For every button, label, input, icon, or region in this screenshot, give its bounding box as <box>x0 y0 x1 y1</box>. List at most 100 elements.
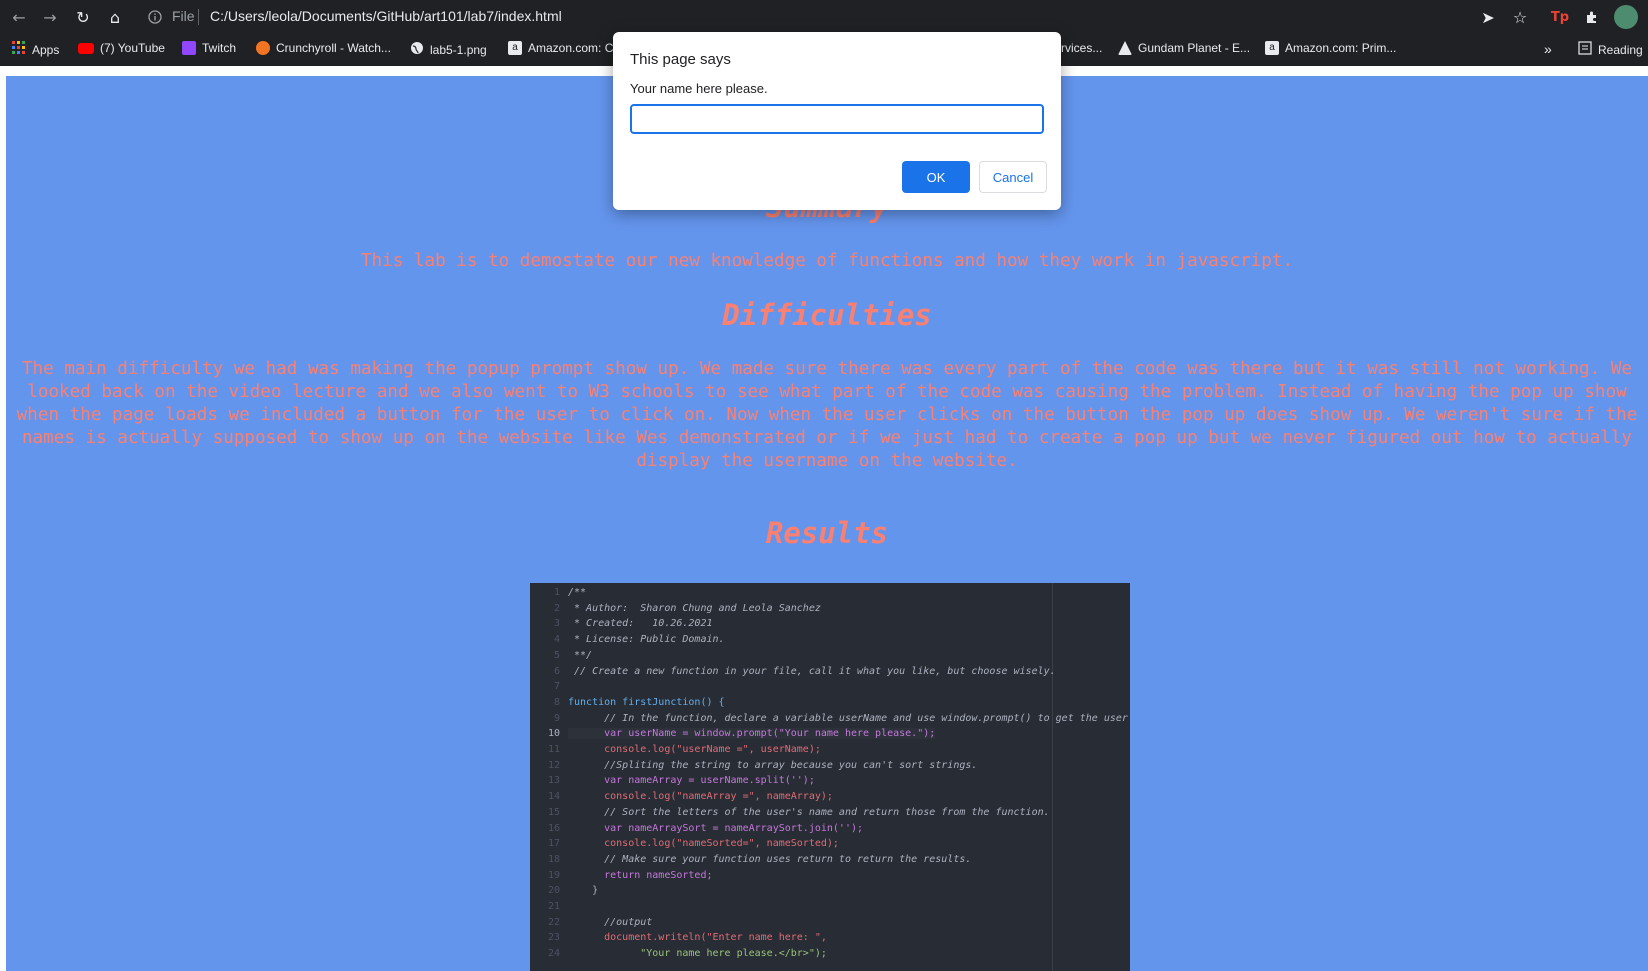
file-label: File <box>172 8 195 24</box>
send-icon[interactable]: ➤ <box>1478 7 1498 27</box>
amazon-icon: a <box>508 41 522 55</box>
dialog-message: Your name here please. <box>630 81 768 96</box>
bookmark-label: Crunchyroll - Watch... <box>276 41 391 55</box>
code-line-number: 15 <box>547 806 560 818</box>
code-line: **/ <box>568 649 593 661</box>
code-line-number: 14 <box>547 791 560 803</box>
more-bookmarks-chevron-icon[interactable]: » <box>1544 41 1552 57</box>
reload-icon[interactable]: ↻ <box>73 7 93 27</box>
code-line: // Create a new function in your file, c… <box>568 665 1056 677</box>
bookmark-label: rvices... <box>1061 41 1103 55</box>
bookmark-lab5[interactable]: lab5-1.png <box>410 41 487 58</box>
code-line-number: 4 <box>553 634 560 646</box>
forward-arrow-icon[interactable]: → <box>40 7 60 27</box>
code-line-number: 23 <box>547 932 560 944</box>
profile-avatar[interactable] <box>1614 5 1638 29</box>
code-line: console.log("nameArray =", nameArray); <box>568 791 833 803</box>
prompt-dialog: This page says Your name here please. OK… <box>613 32 1061 210</box>
code-line-number: 22 <box>547 916 560 928</box>
code-line-number: 5 <box>553 649 560 661</box>
difficulties-line: The main difficulty we had was making th… <box>21 359 1633 379</box>
summary-text: This lab is to demostate our new knowled… <box>360 251 1294 271</box>
page-content: Summary This lab is to demostate our new… <box>6 76 1648 971</box>
code-line-number: 21 <box>547 901 560 912</box>
code-line: * Author: Sharon Chung and Leola Sanchez <box>568 602 821 614</box>
code-line-number: 6 <box>553 665 560 677</box>
reading-list-label: Reading <box>1598 42 1643 57</box>
code-line: "Your name here please.</br>"); <box>568 948 827 960</box>
bookmark-services[interactable]: rvices... <box>1061 41 1102 55</box>
difficulties-line: names is actually supposed to show up on… <box>21 428 1633 448</box>
code-line-number: 9 <box>553 712 560 724</box>
results-heading: Results <box>765 516 889 550</box>
code-line-number: 11 <box>547 744 560 755</box>
gundam-icon <box>1118 41 1132 55</box>
code-line: var nameArraySort = nameArraySort.join('… <box>568 822 864 834</box>
bookmark-label: Amazon.com: Prim... <box>1285 41 1397 55</box>
code-line-number: 2 <box>553 602 560 614</box>
code-line: var userName = window.prompt("Your name … <box>568 728 936 740</box>
code-line-number: 24 <box>547 948 560 960</box>
code-screenshot: 1 /** 2 * Author: Sharon Chung and Leola S… <box>530 583 1130 971</box>
extensions-puzzle-icon[interactable] <box>1582 7 1602 27</box>
bookmark-star-icon[interactable]: ☆ <box>1510 7 1530 27</box>
back-arrow-icon[interactable]: ← <box>9 7 29 27</box>
difficulties-line: looked back on the video lecture and we … <box>27 382 1627 402</box>
apps-grid-icon <box>12 41 26 58</box>
bookmark-label: Amazon.com: C <box>528 41 614 55</box>
twitch-icon <box>182 41 196 55</box>
bookmark-youtube[interactable]: (7) YouTube <box>78 41 165 55</box>
bookmark-label: lab5-1.png <box>430 42 487 57</box>
bookmark-gundam[interactable]: Gundam Planet - E... <box>1118 41 1250 55</box>
bookmark-apps[interactable]: Apps <box>12 41 59 58</box>
code-line-number: 1 <box>553 587 560 598</box>
bookmark-label: (7) YouTube <box>100 41 165 55</box>
youtube-icon <box>78 42 94 54</box>
globe-icon <box>410 41 424 58</box>
code-line-number: 13 <box>547 775 560 787</box>
code-line: console.log("userName =", userName); <box>568 744 821 755</box>
bookmark-label: Twitch <box>202 41 237 55</box>
code-line: // Sort the letters of the user's name a… <box>568 806 1050 818</box>
code-line-number: 17 <box>547 838 560 850</box>
code-line: // In the function, declare a variable u… <box>568 712 1130 724</box>
extension-tp-icon[interactable]: Tp <box>1550 7 1570 27</box>
address-bar[interactable]: C:/Users/leola/Documents/GitHub/art101/l… <box>210 8 562 24</box>
difficulties-heading: Difficulties <box>722 298 932 332</box>
code-line-number: 20 <box>547 885 560 897</box>
code-line-number: 18 <box>547 853 560 865</box>
code-line: function firstJunction() { <box>568 696 725 708</box>
bookmark-label: Gundam Planet - E... <box>1138 41 1251 55</box>
browser-toolbar: ← → ↻ ⌂ File C:/Users/leola/Documents/Gi… <box>0 0 1648 34</box>
code-line-number: 7 <box>553 681 560 693</box>
code-line-number: 10 <box>547 728 560 740</box>
code-line-number: 3 <box>553 618 560 630</box>
ok-button[interactable]: OK <box>902 161 970 193</box>
code-line: var nameArray = userName.split(''); <box>568 775 815 787</box>
prompt-input[interactable] <box>630 104 1044 134</box>
code-line: * License: Public Domain. <box>568 634 725 646</box>
reading-list-icon <box>1578 41 1592 58</box>
info-icon[interactable] <box>145 7 165 27</box>
code-line: //output <box>568 916 653 928</box>
code-line: } <box>568 885 599 897</box>
code-line: /** <box>568 587 587 598</box>
dialog-title: This page says <box>630 51 731 68</box>
bookmark-amazon-2[interactable]: a Amazon.com: Prim... <box>1265 41 1396 55</box>
code-line: document.writeln("Enter name here: ", <box>568 932 827 944</box>
bookmark-amazon-1[interactable]: a Amazon.com: C <box>508 41 613 55</box>
code-line: * Created: 10.26.2021 <box>568 618 713 630</box>
cancel-button[interactable]: Cancel <box>979 161 1047 193</box>
difficulties-line: display the username on the website. <box>636 451 1018 471</box>
reading-list-button[interactable]: Reading <box>1578 41 1643 58</box>
code-line-number: 19 <box>547 869 560 881</box>
code-line-number: 16 <box>547 822 560 834</box>
amazon-icon: a <box>1265 41 1279 55</box>
code-line-number: 12 <box>547 759 560 771</box>
code-ruler <box>1052 583 1053 971</box>
home-icon[interactable]: ⌂ <box>105 7 125 27</box>
bookmark-crunchyroll[interactable]: Crunchyroll - Watch... <box>256 41 391 55</box>
bookmark-twitch[interactable]: Twitch <box>182 41 236 55</box>
code-line: return nameSorted; <box>568 869 713 881</box>
crunchyroll-icon <box>256 41 270 55</box>
